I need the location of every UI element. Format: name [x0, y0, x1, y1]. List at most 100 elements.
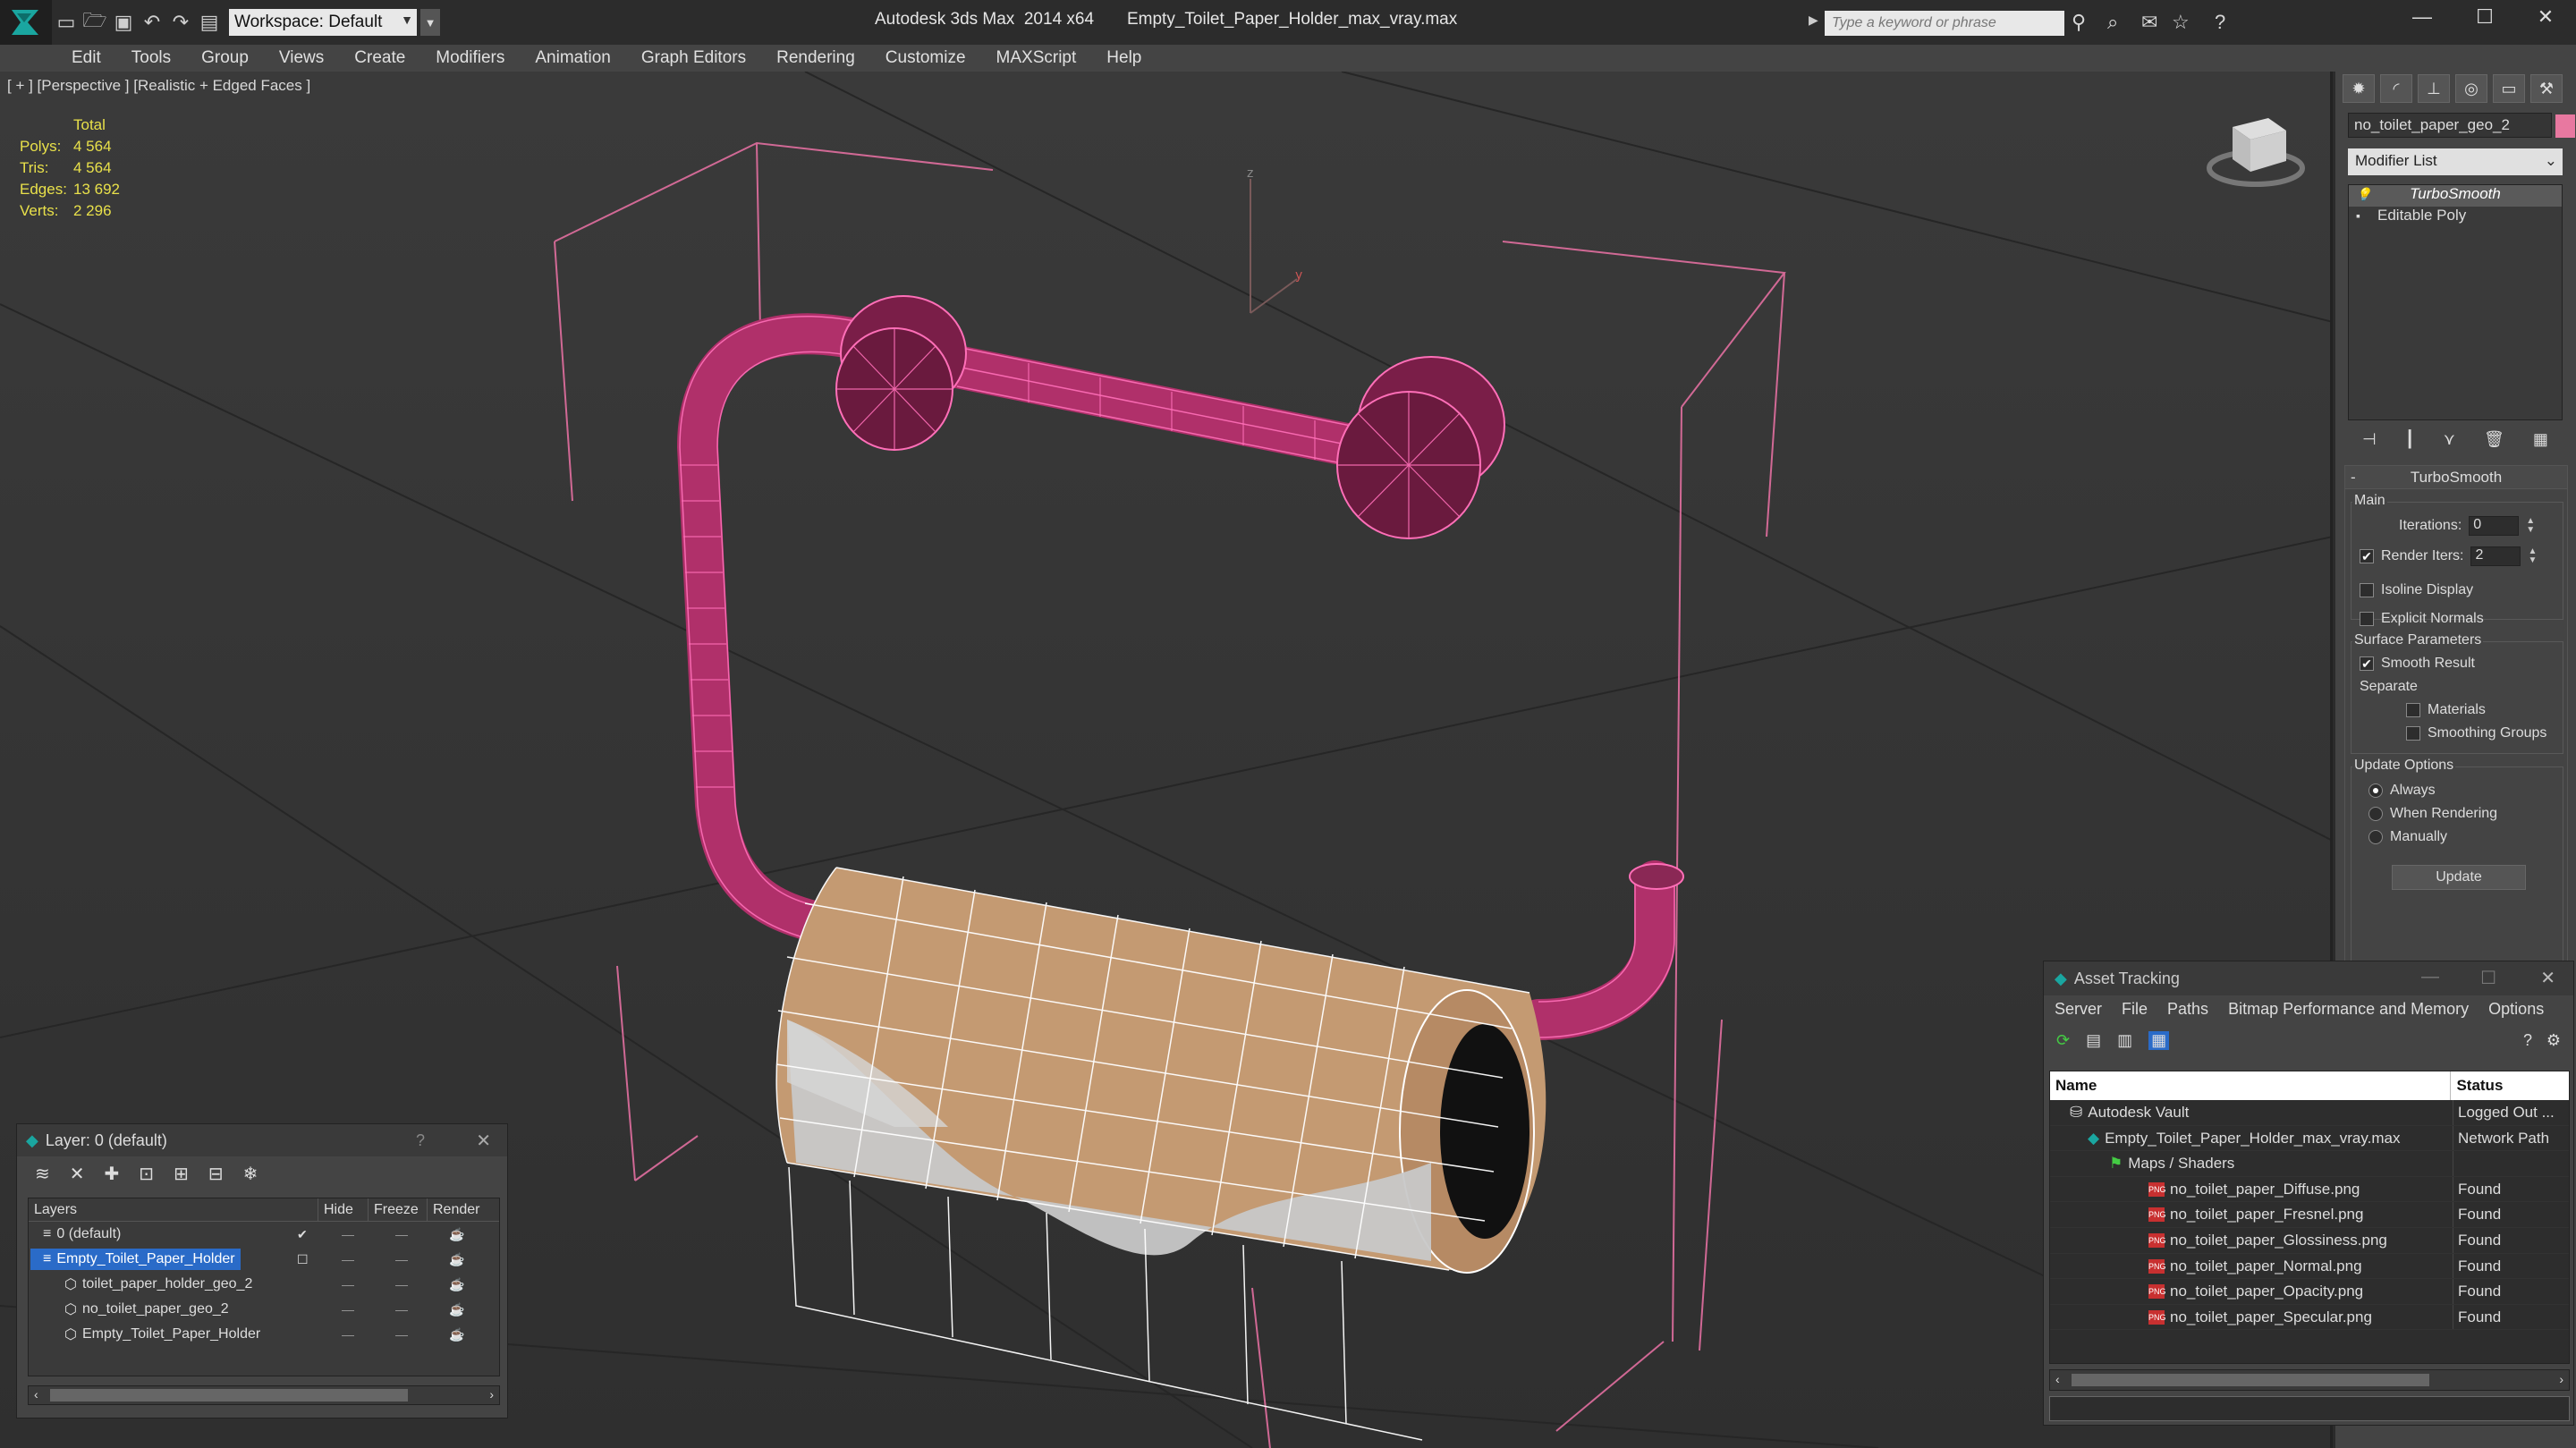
asset-list[interactable]: Name Status ⛁ Autodesk Vault Logged Out .… — [2049, 1071, 2570, 1364]
menu-group[interactable]: Group — [201, 48, 249, 68]
name-column-header[interactable]: Name — [2050, 1071, 2452, 1100]
open-file-icon[interactable]: 🗁 — [80, 7, 109, 38]
horizontal-scrollbar[interactable]: ‹ › — [28, 1385, 500, 1405]
render-teapot-icon[interactable]: ☕ — [449, 1302, 464, 1317]
menu-maxscript[interactable]: MAXScript — [996, 48, 1077, 68]
maximize-button[interactable]: ☐ — [2458, 5, 2512, 29]
search-input[interactable]: Type a keyword or phrase — [1825, 11, 2064, 36]
asset-row[interactable]: ◆ Empty_Toilet_Paper_Holder_max_vray.max … — [2050, 1125, 2569, 1152]
iterations-spinner[interactable]: 0 — [2469, 516, 2520, 536]
pin-stack-icon[interactable]: ⊣ — [2362, 430, 2377, 449]
materials-checkbox[interactable] — [2406, 703, 2420, 717]
configure-sets-icon[interactable]: ▦ — [2533, 430, 2548, 449]
binoculars-icon[interactable]: ⚲ — [2072, 11, 2086, 34]
layer-row[interactable]: ⬡ toilet_paper_holder_geo_2 — — ☕ — [29, 1272, 499, 1297]
current-layer-check-icon[interactable]: ✔ — [297, 1227, 308, 1242]
help-icon[interactable]: ? — [2523, 1031, 2532, 1050]
app-logo-icon[interactable] — [0, 0, 52, 45]
spinner-arrows-icon[interactable]: ▲ ▼ — [2526, 517, 2535, 535]
project-folder-icon[interactable]: ▤ — [195, 7, 224, 38]
modify-tab-icon[interactable]: ◜ — [2380, 74, 2412, 103]
minimize-icon[interactable]: — — [2421, 967, 2439, 987]
hide-toggle[interactable]: — — [342, 1327, 354, 1342]
menu-bitmap-performance[interactable]: Bitmap Performance and Memory — [2228, 1000, 2469, 1019]
layers-stack-icon[interactable]: ≋ — [35, 1163, 50, 1185]
display-tab-icon[interactable]: ▭ — [2493, 74, 2525, 103]
viewport-label[interactable]: [ + ] [Perspective ] [Realistic + Edged … — [7, 77, 310, 95]
explicit-normals-checkbox[interactable] — [2360, 612, 2374, 626]
render-iters-spinner[interactable]: 2 — [2470, 546, 2521, 566]
hide-toggle[interactable]: — — [342, 1302, 354, 1317]
modifier-list-dropdown[interactable]: Modifier List ⌄ — [2348, 148, 2563, 175]
menu-customize[interactable]: Customize — [886, 48, 966, 68]
select-in-layer-icon[interactable]: ⊡ — [139, 1163, 154, 1185]
freeze-toggle[interactable]: — — [395, 1327, 408, 1342]
menu-create[interactable]: Create — [354, 48, 405, 68]
delete-layer-icon[interactable]: ✕ — [70, 1163, 85, 1185]
show-end-result-icon[interactable]: ┃ — [2405, 430, 2415, 449]
spinner-arrows-icon[interactable]: ▲ ▼ — [2528, 547, 2537, 565]
new-file-icon[interactable]: ▭ — [52, 7, 80, 38]
settings-icon[interactable]: ⚙ — [2546, 1031, 2561, 1050]
scroll-right-icon[interactable]: › — [2559, 1372, 2563, 1386]
layer-dialog-titlebar[interactable]: ◆ Layer: 0 (default) ? ✕ — [17, 1124, 507, 1156]
layers-column-header[interactable]: Layers — [29, 1198, 318, 1221]
help-icon[interactable]: ? — [416, 1131, 425, 1150]
menu-tools[interactable]: Tools — [131, 48, 171, 68]
help-icon[interactable]: ? — [2215, 11, 2225, 34]
modifier-stack[interactable]: 💡 TurboSmooth ▪ Editable Poly — [2348, 184, 2563, 420]
search-expand-icon[interactable]: ▶ — [1809, 13, 1818, 28]
menu-edit[interactable]: Edit — [72, 48, 101, 68]
freeze-toggle[interactable]: — — [395, 1252, 408, 1266]
subscription-icon[interactable]: ⌕ — [2107, 11, 2118, 34]
render-column-header[interactable]: Render — [428, 1198, 490, 1221]
isoline-display-checkbox[interactable] — [2360, 583, 2374, 597]
layer-row[interactable]: ≡ 0 (default) ✔ — — ☕ — [29, 1222, 499, 1247]
menu-server[interactable]: Server — [2055, 1000, 2102, 1019]
scroll-right-icon[interactable]: › — [489, 1387, 494, 1401]
status-column-header[interactable]: Status — [2451, 1071, 2569, 1100]
utilities-tab-icon[interactable]: ⚒ — [2530, 74, 2563, 103]
asset-row[interactable]: PNG no_toilet_paper_Opacity.png Found — [2050, 1279, 2569, 1305]
redo-icon[interactable]: ↷ — [166, 7, 195, 38]
asset-row[interactable]: PNG no_toilet_paper_Diffuse.png Found — [2050, 1176, 2569, 1203]
object-name-field[interactable]: no_toilet_paper_geo_2 — [2348, 113, 2552, 138]
render-teapot-icon[interactable]: ☕ — [449, 1277, 464, 1292]
menu-file[interactable]: File — [2122, 1000, 2148, 1019]
asset-path-field[interactable] — [2049, 1396, 2570, 1421]
smoothing-groups-checkbox[interactable] — [2406, 726, 2420, 741]
rollout-header[interactable]: - TurboSmooth — [2345, 466, 2567, 489]
motion-tab-icon[interactable]: ◎ — [2455, 74, 2487, 103]
highlight-layer-icon[interactable]: ⊞ — [174, 1163, 189, 1185]
freeze-toggle[interactable]: — — [395, 1302, 408, 1317]
quick-access-menu-icon[interactable]: ▼ — [420, 9, 440, 36]
table-view-icon[interactable]: ▦ — [2148, 1030, 2170, 1050]
layer-row[interactable]: ⬡ no_toilet_paper_geo_2 — — ☕ — [29, 1297, 499, 1322]
asset-tracking-titlebar[interactable]: ◆ Asset Tracking — ☐ ✕ — [2044, 961, 2573, 995]
modifier-turbosmooth[interactable]: 💡 TurboSmooth — [2349, 185, 2562, 207]
asset-row[interactable]: PNG no_toilet_paper_Normal.png Found — [2050, 1253, 2569, 1280]
menu-graph-editors[interactable]: Graph Editors — [641, 48, 746, 68]
close-icon[interactable]: ✕ — [2540, 967, 2555, 989]
save-icon[interactable]: ▣ — [109, 7, 138, 38]
render-teapot-icon[interactable]: ☕ — [449, 1327, 464, 1342]
minimize-button[interactable]: — — [2395, 5, 2449, 29]
menu-rendering[interactable]: Rendering — [776, 48, 855, 68]
favorites-star-icon[interactable]: ☆ — [2172, 11, 2190, 34]
hide-all-layers-icon[interactable]: ⊟ — [208, 1163, 224, 1185]
asset-row[interactable]: PNG no_toilet_paper_Glossiness.png Found — [2050, 1227, 2569, 1254]
undo-icon[interactable]: ↶ — [138, 7, 166, 38]
viewcube[interactable] — [2207, 118, 2305, 187]
render-iters-checkbox[interactable]: ✔ — [2360, 549, 2374, 563]
smooth-result-checkbox[interactable]: ✔ — [2360, 656, 2374, 671]
list-view-icon[interactable]: ▤ — [2086, 1031, 2101, 1050]
scrollbar-thumb[interactable] — [2072, 1374, 2429, 1386]
horizontal-scrollbar[interactable]: ‹ › — [2049, 1369, 2570, 1391]
refresh-icon[interactable]: ⟳ — [2056, 1031, 2070, 1050]
close-button[interactable]: ✕ — [2519, 5, 2572, 29]
freeze-all-layers-icon[interactable]: ❄ — [243, 1163, 258, 1185]
expand-plus-icon[interactable]: ▪ — [2356, 208, 2360, 223]
set-current-layer-icon[interactable]: ☐ — [297, 1252, 309, 1267]
hierarchy-tab-icon[interactable]: ⊥ — [2418, 74, 2450, 103]
hide-toggle[interactable]: — — [342, 1252, 354, 1266]
